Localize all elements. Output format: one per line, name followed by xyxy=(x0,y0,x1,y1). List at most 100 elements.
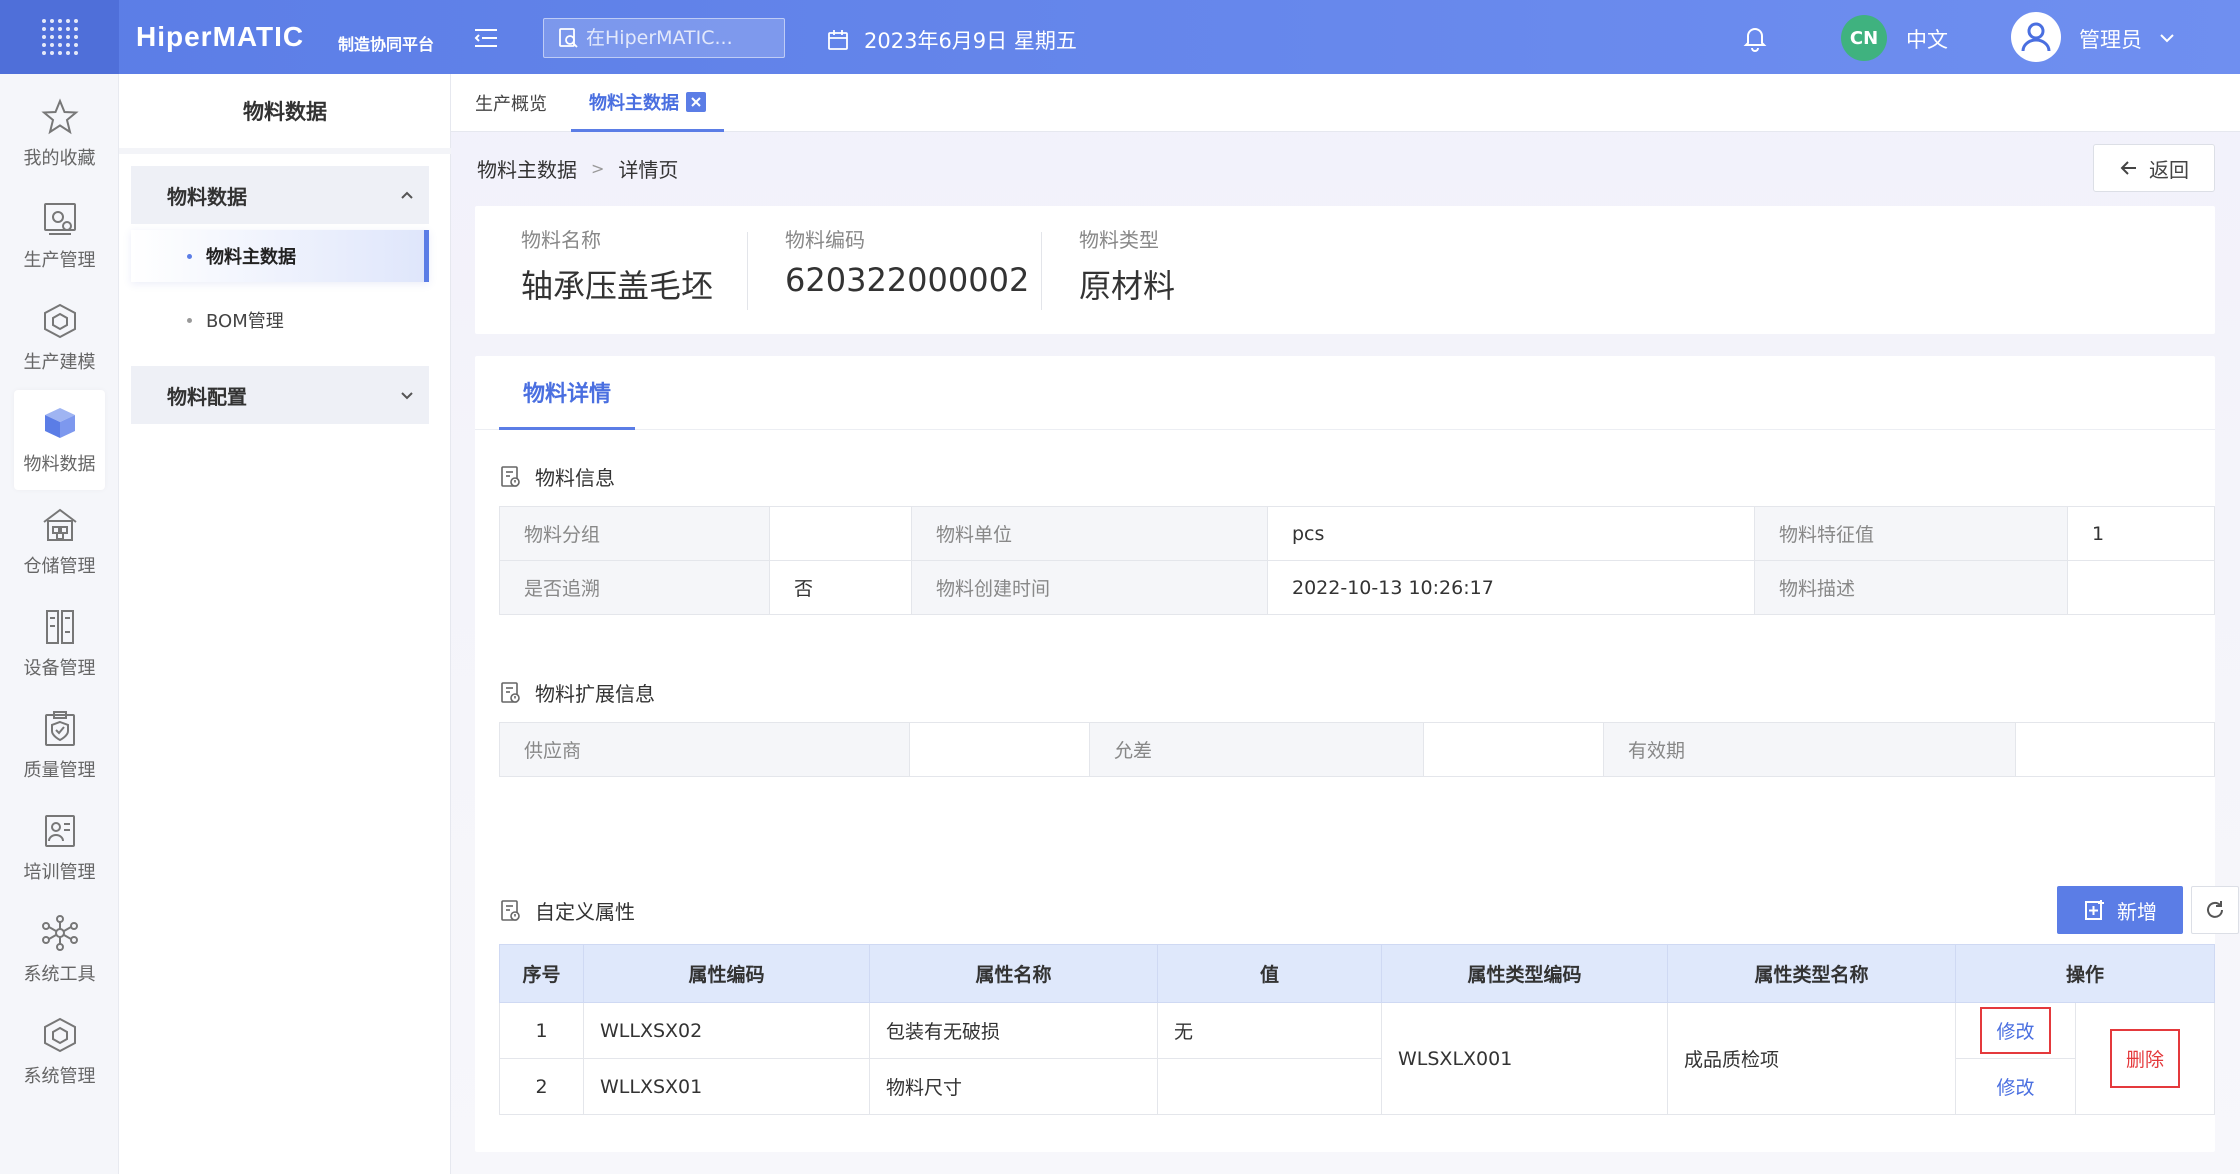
subnav-group-config[interactable]: 物料配置 xyxy=(131,366,429,424)
extended-info-table: 供应商 允差 有效期 xyxy=(499,722,2215,777)
app-grid-icon[interactable] xyxy=(0,0,119,74)
production-icon xyxy=(43,203,76,235)
summary-code: 物料编码 620322000002 xyxy=(785,228,1030,299)
summary-name: 物料名称 轴承压盖毛坯 xyxy=(521,228,714,305)
back-button[interactable]: 返回 xyxy=(2093,144,2215,192)
section-extended-info: 物料扩展信息 xyxy=(499,678,655,707)
main-content: 生产概览 物料主数据 物料主数据 > 详情页 返回 物料名称 轴承压盖毛坯 物料… xyxy=(451,74,2240,1174)
breadcrumb-parent[interactable]: 物料主数据 xyxy=(477,154,577,183)
system-cube-icon xyxy=(43,1017,76,1053)
chevron-down-icon xyxy=(401,392,413,400)
page-tabs: 生产概览 物料主数据 xyxy=(451,74,2240,132)
arrow-left-icon xyxy=(2120,161,2136,175)
column-header: 值 xyxy=(1157,944,1382,1003)
search-input[interactable] xyxy=(586,27,771,49)
divider xyxy=(747,232,748,310)
icon-rail: 我的收藏 生产管理 生产建模 物料数据 仓储管理 设备管理 质量管理 培训管理 … xyxy=(0,74,119,1174)
device-icon xyxy=(45,610,74,644)
user-name[interactable]: 管理员 xyxy=(2079,24,2142,54)
date-display: 2023年6月9日 星期五 xyxy=(826,25,1077,55)
rail-item-training[interactable]: 培训管理 xyxy=(14,798,105,898)
training-icon xyxy=(44,815,75,847)
document-icon xyxy=(501,681,520,703)
subnav-item-label: 物料主数据 xyxy=(206,247,296,268)
rail-item-device[interactable]: 设备管理 xyxy=(14,594,105,694)
rail-item-favorites[interactable]: 我的收藏 xyxy=(14,84,105,184)
table-row: 2 WLLXSX01 物料尺寸 修改 xyxy=(499,1058,2215,1115)
rail-item-tools[interactable]: 系统工具 xyxy=(14,900,105,1000)
quality-shield-icon xyxy=(44,711,75,746)
breadcrumb: 物料主数据 > 详情页 xyxy=(477,154,678,183)
divider xyxy=(1041,232,1042,310)
network-icon xyxy=(41,915,78,951)
detail-panel: 物料详情 物料信息 物料分组 物料单位 pcs 物料特征值 1 是否追溯 否 物… xyxy=(475,356,2239,1152)
language-switch[interactable]: 中文 xyxy=(1906,24,1948,54)
table-row: 供应商 允差 有效期 xyxy=(499,722,2215,777)
rail-item-system[interactable]: 系统管理 xyxy=(14,1002,105,1102)
material-summary-card: 物料名称 轴承压盖毛坯 物料编码 620322000002 物料类型 原材料 xyxy=(475,206,2215,334)
star-icon xyxy=(40,98,79,135)
tab-production-overview[interactable]: 生产概览 xyxy=(475,74,547,132)
breadcrumb-separator: > xyxy=(591,159,605,178)
column-header: 序号 xyxy=(499,944,584,1003)
rail-item-modeling[interactable]: 生产建模 xyxy=(14,288,105,388)
document-icon xyxy=(501,465,520,487)
summary-type: 物料类型 原材料 xyxy=(1079,228,1176,305)
section-material-info: 物料信息 xyxy=(499,462,615,491)
section-custom-attributes: 自定义属性 xyxy=(499,896,635,925)
bullet-icon xyxy=(187,253,192,259)
rail-item-production[interactable]: 生产管理 xyxy=(14,186,105,286)
subnav-group-label: 物料配置 xyxy=(167,384,247,409)
modeling-cube-icon xyxy=(43,303,76,339)
delete-link[interactable]: 删除 xyxy=(2109,1029,2180,1088)
table-header-row: 序号 属性编码 属性名称 值 属性类型编码 属性类型名称 操作 xyxy=(499,944,2215,1003)
top-bar: HiperMATIC 制造协同平台 2023年6月9日 星期五 CN 中文 管理… xyxy=(0,0,2240,74)
menu-toggle-icon[interactable] xyxy=(470,22,502,54)
refresh-button[interactable] xyxy=(2191,886,2239,934)
edit-link[interactable]: 修改 xyxy=(1996,1077,2034,1099)
subnav-item-bom[interactable]: BOM管理 xyxy=(131,294,429,346)
bullet-icon xyxy=(187,317,192,323)
material-info-table: 物料分组 物料单位 pcs 物料特征值 1 是否追溯 否 物料创建时间 2022… xyxy=(499,506,2215,615)
language-badge[interactable]: CN xyxy=(1841,15,1887,61)
brand-subtitle: 制造协同平台 xyxy=(338,35,435,54)
column-header: 属性名称 xyxy=(869,944,1158,1003)
subnav-title: 物料数据 xyxy=(119,74,451,154)
tab-material-master[interactable]: 物料主数据 xyxy=(571,74,724,132)
add-icon xyxy=(2085,900,2104,920)
column-header: 属性类型名称 xyxy=(1667,944,1956,1003)
date-text: 2023年6月9日 星期五 xyxy=(864,29,1077,53)
warehouse-icon xyxy=(42,508,77,541)
document-icon xyxy=(501,899,520,921)
avatar[interactable] xyxy=(2011,12,2061,62)
chevron-up-icon xyxy=(401,191,413,199)
refresh-icon xyxy=(2207,901,2223,918)
table-row: 1 WLLXSX02 包装有无破损 无 WLSXLX001 成品质检项 修改 删… xyxy=(499,1002,2215,1115)
custom-attribute-table: 序号 属性编码 属性名称 值 属性类型编码 属性类型名称 操作 1 WLLXSX… xyxy=(499,944,2215,1115)
column-header: 操作 xyxy=(1955,944,2215,1003)
search-box[interactable] xyxy=(543,18,785,58)
brand-logo: HiperMATIC xyxy=(136,21,305,52)
close-icon[interactable] xyxy=(686,91,706,112)
tab-material-detail[interactable]: 物料详情 xyxy=(499,356,636,430)
subnav-group-label: 物料数据 xyxy=(167,184,247,209)
subnav-item-material-master[interactable]: 物料主数据 xyxy=(131,230,429,282)
rail-item-quality[interactable]: 质量管理 xyxy=(14,696,105,796)
sub-sidebar: 物料数据 物料数据 物料主数据 BOM管理 物料配置 xyxy=(119,74,451,1174)
subnav-group-material[interactable]: 物料数据 xyxy=(131,166,429,224)
material-box-icon xyxy=(44,408,75,438)
calendar-icon xyxy=(828,30,848,50)
column-header: 属性编码 xyxy=(583,944,870,1003)
edit-link[interactable]: 修改 xyxy=(1980,1007,2051,1054)
add-attribute-button[interactable]: 新增 xyxy=(2057,886,2183,934)
user-icon xyxy=(2021,22,2051,52)
table-row: 物料分组 物料单位 pcs 物料特征值 1 xyxy=(499,506,2215,561)
column-header: 属性类型编码 xyxy=(1381,944,1668,1003)
bell-icon[interactable] xyxy=(1741,24,1769,52)
search-icon xyxy=(559,28,578,48)
rail-item-material[interactable]: 物料数据 xyxy=(14,390,105,490)
chevron-down-icon[interactable] xyxy=(2157,28,2177,48)
subnav-item-label: BOM管理 xyxy=(206,311,284,332)
table-row: 是否追溯 否 物料创建时间 2022-10-13 10:26:17 物料描述 xyxy=(499,560,2215,615)
rail-item-warehouse[interactable]: 仓储管理 xyxy=(14,492,105,592)
